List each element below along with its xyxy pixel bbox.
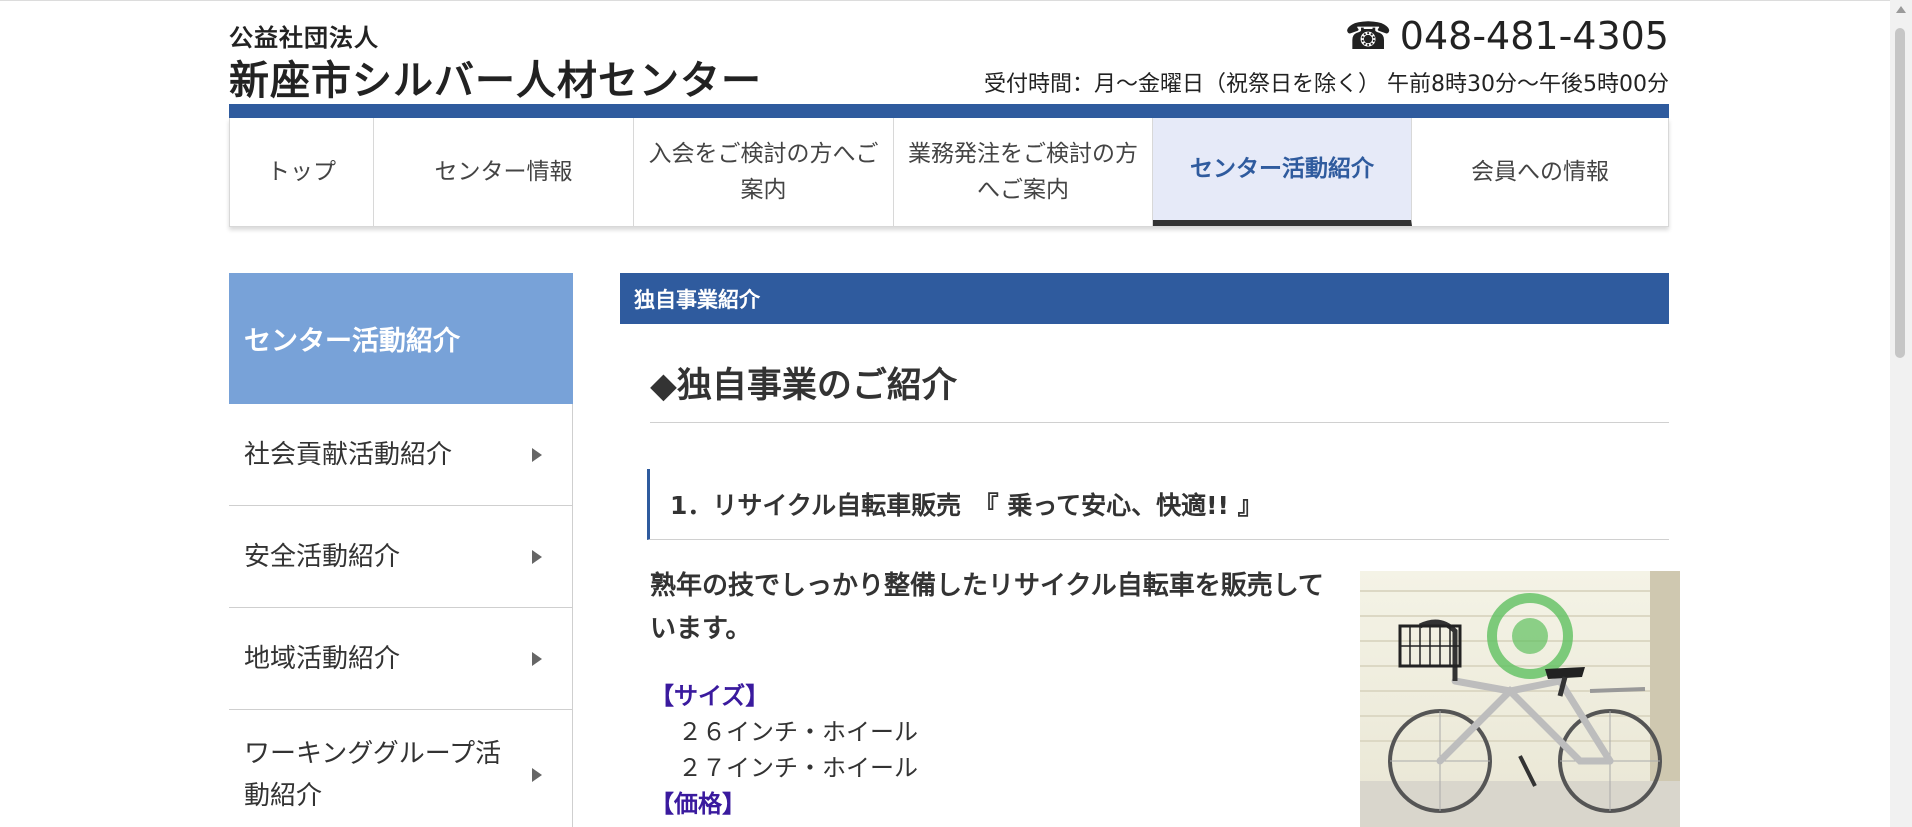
subheading: 1．リサイクル自転車販売 『 乗って安心、快適!! 』 — [647, 469, 1669, 540]
bicycle-photo — [1360, 571, 1680, 827]
top-border — [0, 0, 1890, 1]
arrow-right-icon — [532, 447, 542, 462]
nav-item-top[interactable]: トップ — [230, 118, 374, 226]
scrollbar-thumb[interactable] — [1895, 28, 1905, 358]
price-label: 【価格】 — [650, 790, 746, 818]
arrow-right-icon — [532, 767, 542, 782]
nav-item-join-guide[interactable]: 入会をご検討の方へご案内 — [634, 118, 894, 226]
business-hours: 受付時間：月～金曜日（祝祭日を除く） 午前8時30分～午後5時00分 — [984, 72, 1669, 97]
nav-item-center-info[interactable]: センター情報 — [374, 118, 634, 226]
sidebar-item-working-group[interactable]: ワーキンググループ活動紹介 — [229, 710, 573, 827]
phone-number[interactable]: ☎ 048-481-4305 — [1344, 14, 1669, 58]
phone-icon: ☎ — [1344, 14, 1392, 58]
phone-number-text: 048-481-4305 — [1399, 14, 1669, 58]
sidebar-item-label: 社会貢献活動紹介 — [244, 439, 453, 470]
arrow-right-icon — [532, 549, 542, 564]
size-label: 【サイズ】 — [650, 682, 770, 710]
sidebar-item-label: 地域活動紹介 — [244, 643, 401, 674]
nav-item-member-info[interactable]: 会員への情報 — [1412, 118, 1668, 226]
main-content: 独自事業紹介 ◆独自事業のご紹介 1．リサイクル自転車販売 『 乗って安心、快適… — [620, 273, 1680, 827]
global-nav: トップ センター情報 入会をご検討の方へご案内 業務発注をご検討の方へご案内 セ… — [229, 118, 1669, 227]
sidebar-item-safety[interactable]: 安全活動紹介 — [229, 506, 573, 608]
sidebar-item-social-contribution[interactable]: 社会貢献活動紹介 — [229, 404, 573, 506]
size-value: ２６インチ・ホイール — [678, 718, 918, 746]
site-logo-title[interactable]: 新座市シルバー人材センター — [229, 48, 762, 106]
size-value: ２７インチ・ホイール — [678, 754, 918, 782]
arrow-right-icon — [532, 651, 542, 666]
sidebar: センター活動紹介 社会貢献活動紹介 安全活動紹介 地域活動紹介 ワーキンググルー… — [229, 273, 573, 827]
lead-text: 熟年の技でしっかり整備したリサイクル自転車を販売しています。 — [650, 571, 1324, 644]
page-heading: ◆独自事業のご紹介 — [650, 357, 1669, 423]
section-title-bar: 独自事業紹介 — [620, 273, 1669, 324]
nav-item-order-guide[interactable]: 業務発注をご検討の方へご案内 — [894, 118, 1153, 226]
sidebar-item-label: ワーキンググループ活動紹介 — [244, 738, 502, 811]
sidebar-item-community[interactable]: 地域活動紹介 — [229, 608, 573, 710]
spec-list: 【サイズ】 ２６インチ・ホイール ２７インチ・ホイール 【価格】 — [650, 678, 918, 822]
nav-top-bar — [229, 104, 1669, 118]
sidebar-item-label: 安全活動紹介 — [244, 541, 401, 572]
scroll-up-arrow-icon[interactable] — [1896, 6, 1906, 13]
nav-item-activities[interactable]: センター活動紹介 — [1153, 118, 1412, 226]
vertical-scrollbar[interactable] — [1890, 0, 1912, 827]
sidebar-heading: センター活動紹介 — [229, 273, 573, 404]
